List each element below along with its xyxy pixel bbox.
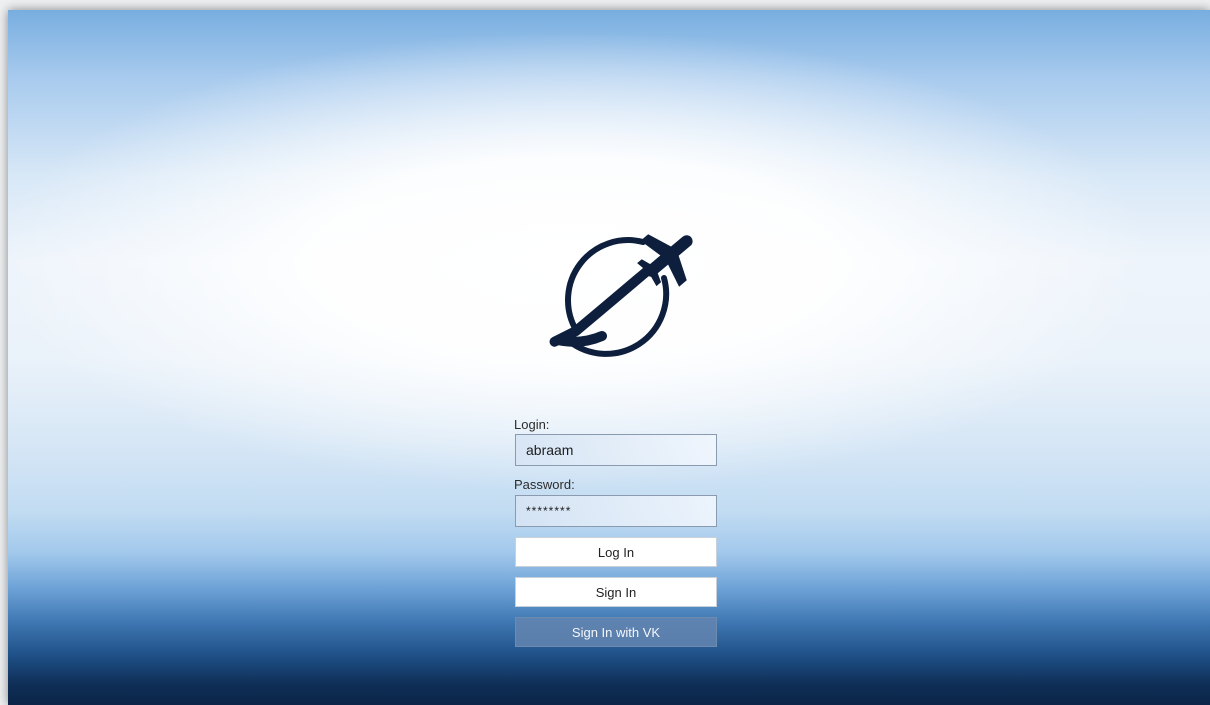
- screen-frame: Login: Password: Log In Sign In Sign In …: [0, 0, 1210, 705]
- password-input[interactable]: [515, 495, 717, 527]
- login-label: Login:: [514, 417, 550, 432]
- password-label: Password:: [514, 477, 575, 492]
- globe-airplane-icon: [549, 234, 693, 357]
- sign-in-vk-button[interactable]: Sign In with VK: [515, 617, 717, 647]
- log-in-button[interactable]: Log In: [515, 537, 717, 567]
- sign-in-button[interactable]: Sign In: [515, 577, 717, 607]
- login-form: Login: Password: Log In Sign In Sign In …: [514, 416, 724, 647]
- login-input[interactable]: [515, 434, 717, 466]
- login-window: Login: Password: Log In Sign In Sign In …: [8, 10, 1210, 705]
